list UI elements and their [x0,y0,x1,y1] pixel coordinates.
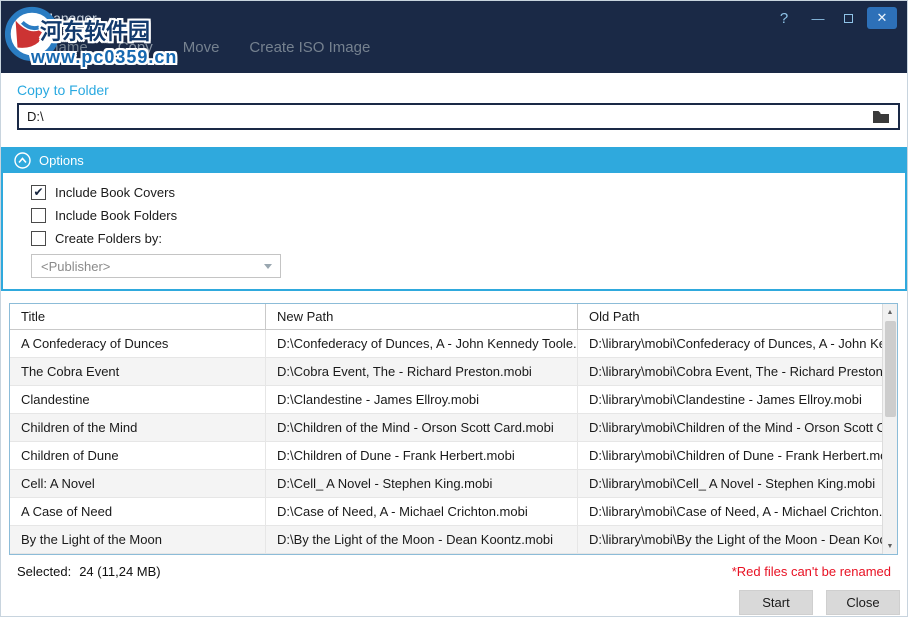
table-row[interactable]: Children of the Mind D:\Children of the … [10,414,882,442]
action-buttons: Start Close [1,590,907,615]
cell-old-path: D:\library\mobi\By the Light of the Moon… [578,526,882,553]
options-header[interactable]: Options [1,147,907,173]
checkbox-row-include-book-covers[interactable]: ✔ Include Book Covers [31,185,905,200]
table-row[interactable]: Clandestine D:\Clandestine - James Ellro… [10,386,882,414]
window-controls: ? — ✕ [769,7,897,29]
cell-old-path: D:\library\mobi\Confederacy of Dunces, A… [578,330,882,357]
options-panel: ✔ Include Book Covers ✔ Include Book Fol… [1,173,907,291]
checkbox-row-create-folders-by[interactable]: ✔ Create Folders by: [31,231,905,246]
tab-create-iso-image[interactable]: Create ISO Image [249,39,370,56]
scroll-up-icon[interactable]: ▲ [883,304,898,320]
titlebar: File Manager ? — ✕ [1,1,907,35]
cell-new-path: D:\Cobra Event, The - Richard Preston.mo… [266,358,578,385]
tab-rename[interactable]: Rename [31,39,88,56]
window-title: File Manager [15,10,97,26]
scroll-down-icon[interactable]: ▼ [883,538,898,554]
start-button[interactable]: Start [739,590,813,615]
cell-new-path: D:\Case of Need, A - Michael Crichton.mo… [266,498,578,525]
column-header-new-path[interactable]: New Path [266,304,578,329]
checkbox-include-book-folders[interactable]: ✔ [31,208,46,223]
table-row[interactable]: By the Light of the Moon D:\By the Light… [10,526,882,554]
cell-title: The Cobra Event [10,358,266,385]
cell-old-path: D:\library\mobi\Children of the Mind - O… [578,414,882,441]
table-scrollbar[interactable]: ▲ ▼ [882,304,897,554]
copy-to-folder-label: Copy to Folder [17,82,907,98]
cell-title: Children of Dune [10,442,266,469]
checkbox-row-include-book-folders[interactable]: ✔ Include Book Folders [31,208,905,223]
help-icon[interactable]: ? [769,7,799,29]
browse-folder-button[interactable] [870,107,892,127]
maximize-icon [844,14,853,23]
column-header-old-path[interactable]: Old Path [578,304,882,329]
close-action-button[interactable]: Close [826,590,900,615]
cell-title: Cell: A Novel [10,470,266,497]
collapse-chevron-icon[interactable] [14,152,31,169]
cell-new-path: D:\Children of Dune - Frank Herbert.mobi [266,442,578,469]
cell-old-path: D:\library\mobi\Cell_ A Novel - Stephen … [578,470,882,497]
table-header: Title New Path Old Path [10,304,882,330]
dropdown-selected-value: <Publisher> [41,259,110,274]
cell-new-path: D:\Children of the Mind - Orson Scott Ca… [266,414,578,441]
checkbox-include-book-covers[interactable]: ✔ [31,185,46,200]
checkbox-label: Include Book Folders [55,208,177,223]
window-header: File Manager ? — ✕ Rename Copy Move Crea… [1,1,907,73]
table-body: A Confederacy of Dunces D:\Confederacy o… [10,330,882,554]
close-button[interactable]: ✕ [867,7,897,29]
tab-bar: Rename Copy Move Create ISO Image [1,39,907,56]
create-folders-by-dropdown[interactable]: <Publisher> [31,254,281,278]
cell-title: A Case of Need [10,498,266,525]
files-table: Title New Path Old Path A Confederacy of… [9,303,898,555]
tab-copy[interactable]: Copy [118,39,153,56]
selected-label: Selected: [17,564,71,579]
checkbox-create-folders-by[interactable]: ✔ [31,231,46,246]
tab-move[interactable]: Move [183,39,220,56]
table-row[interactable]: The Cobra Event D:\Cobra Event, The - Ri… [10,358,882,386]
table-row[interactable]: Children of Dune D:\Children of Dune - F… [10,442,882,470]
cell-old-path: D:\library\mobi\Clandestine - James Ellr… [578,386,882,413]
files-table-main: Title New Path Old Path A Confederacy of… [10,304,882,554]
column-header-title[interactable]: Title [10,304,266,329]
destination-path-input[interactable] [27,109,870,124]
checkbox-label: Include Book Covers [55,185,175,200]
scrollbar-thumb[interactable] [885,321,896,417]
cell-title: Children of the Mind [10,414,266,441]
minimize-button[interactable]: — [803,7,833,29]
cell-old-path: D:\library\mobi\Case of Need, A - Michae… [578,498,882,525]
cell-new-path: D:\By the Light of the Moon - Dean Koont… [266,526,578,553]
cell-new-path: D:\Confederacy of Dunces, A - John Kenne… [266,330,578,357]
file-manager-window: File Manager ? — ✕ Rename Copy Move Crea… [0,0,908,617]
cell-new-path: D:\Cell_ A Novel - Stephen King.mobi [266,470,578,497]
folder-icon [872,110,890,124]
cell-title: A Confederacy of Dunces [10,330,266,357]
cell-new-path: D:\Clandestine - James Ellroy.mobi [266,386,578,413]
destination-path-box [17,103,900,130]
status-bar: Selected: 24 (11,24 MB) *Red files can't… [1,564,907,579]
selected-status: Selected: 24 (11,24 MB) [17,564,161,579]
cell-title: Clandestine [10,386,266,413]
chevron-down-icon [264,264,272,269]
options-title: Options [39,153,84,168]
table-row[interactable]: A Case of Need D:\Case of Need, A - Mich… [10,498,882,526]
table-row[interactable]: A Confederacy of Dunces D:\Confederacy o… [10,330,882,358]
red-files-note: *Red files can't be renamed [732,564,891,579]
table-row[interactable]: Cell: A Novel D:\Cell_ A Novel - Stephen… [10,470,882,498]
cell-old-path: D:\library\mobi\Children of Dune - Frank… [578,442,882,469]
cell-old-path: D:\library\mobi\Cobra Event, The - Richa… [578,358,882,385]
check-icon: ✔ [33,186,43,198]
selected-value: 24 (11,24 MB) [79,564,160,579]
maximize-button[interactable] [833,7,863,29]
cell-title: By the Light of the Moon [10,526,266,553]
checkbox-label: Create Folders by: [55,231,162,246]
